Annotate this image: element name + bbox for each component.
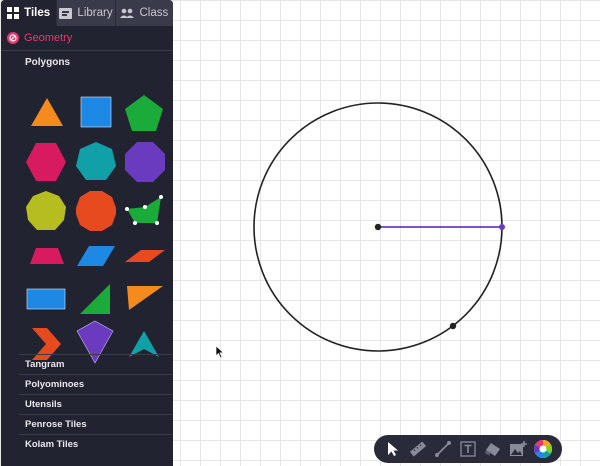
tab-label: Library [77, 7, 113, 19]
section-penrose-tiles[interactable]: Penrose Tiles [19, 414, 173, 434]
tab-tiles[interactable]: Tiles [1, 0, 58, 26]
line-icon[interactable] [433, 439, 453, 459]
section-kolam-tiles[interactable]: Kolam Tiles [19, 434, 173, 454]
add-image-icon[interactable] [508, 439, 528, 459]
tab-class[interactable]: Class [116, 0, 173, 26]
text-icon[interactable] [458, 439, 478, 459]
category-label: Geometry [24, 32, 73, 44]
octagon-tile[interactable] [123, 140, 167, 184]
center-point[interactable] [374, 223, 382, 231]
custom-polygon-tile[interactable] [123, 193, 167, 229]
category-geometry[interactable]: Geometry [1, 26, 173, 51]
shape-palette [1, 75, 173, 371]
color-wheel-icon[interactable] [533, 439, 553, 459]
geometry-icon [7, 32, 19, 44]
parallelogram-tile[interactable] [75, 243, 117, 269]
mouse-cursor-icon [215, 345, 225, 359]
section-list: Tangram Polyominoes Utensils Penrose Til… [1, 354, 173, 454]
thin-rhombus-tile[interactable] [123, 247, 167, 265]
section-utensils[interactable]: Utensils [19, 394, 173, 414]
square-tile[interactable] [79, 95, 113, 129]
obtuse-triangle-tile[interactable] [125, 283, 165, 313]
ruler-icon[interactable] [408, 439, 428, 459]
right-triangle-tile[interactable] [77, 281, 113, 317]
nonagon-tile[interactable] [24, 189, 68, 233]
heptagon-tile[interactable] [74, 140, 118, 184]
library-icon [59, 7, 73, 19]
rectangle-tile[interactable] [25, 287, 67, 311]
section-polyominoes[interactable]: Polyominoes [19, 374, 173, 394]
trapezoid-tile[interactable] [27, 245, 67, 267]
sidebar-tabs: Tiles Library Class [1, 0, 173, 26]
tab-library[interactable]: Library [57, 0, 116, 26]
subsection-title: Polygons [25, 57, 71, 68]
hexagon-tile[interactable] [24, 141, 68, 183]
drawing-toolbar [374, 435, 562, 463]
radius-endpoint[interactable] [499, 224, 505, 230]
tab-label: Class [139, 7, 169, 19]
decagon-tile[interactable] [74, 189, 118, 233]
eraser-icon[interactable] [483, 439, 503, 459]
tiles-sidebar: Tiles Library Class Geometry Polygons Ta… [1, 0, 173, 466]
grid-icon [7, 7, 20, 19]
triangle-tile[interactable] [29, 95, 65, 129]
circle-point[interactable] [449, 322, 457, 330]
tab-label: Tiles [24, 7, 51, 19]
section-tangram[interactable]: Tangram [19, 354, 173, 374]
people-icon [120, 8, 135, 18]
select-icon[interactable] [383, 439, 403, 459]
pentagon-tile[interactable] [123, 93, 165, 133]
